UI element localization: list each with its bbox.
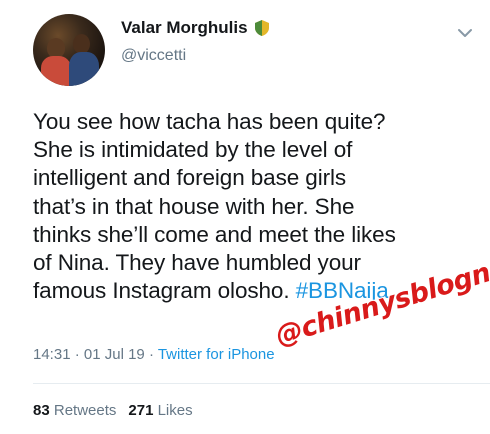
avatar[interactable] bbox=[33, 14, 105, 86]
meta-separator: · bbox=[144, 346, 158, 363]
badge-icon bbox=[254, 20, 269, 36]
retweets-count: 83 bbox=[33, 402, 50, 419]
tweet-meta: 14:31 · 01 Jul 19 · Twitter for iPhone bbox=[33, 346, 275, 363]
tweet-text-line: that’s in that house with her. She bbox=[33, 193, 355, 219]
tweet-text-fragment: famous Instagram olosho. bbox=[33, 278, 296, 304]
tweet-text: You see how tacha has been quite? She is… bbox=[33, 108, 473, 305]
tweet-text-line: intelligent and foreign base girls bbox=[33, 165, 347, 191]
meta-separator: · bbox=[70, 346, 84, 363]
tweet-source-link[interactable]: Twitter for iPhone bbox=[158, 346, 275, 363]
author-handle[interactable]: @viccetti bbox=[121, 47, 186, 65]
chevron-down-icon[interactable] bbox=[456, 26, 474, 40]
tweet-text-line: thinks she’ll come and meet the likes bbox=[33, 221, 396, 247]
author-name-row: Valar Morghulis bbox=[121, 18, 269, 38]
likes-count: 271 bbox=[128, 402, 154, 419]
retweets-stat[interactable]: 83 Retweets bbox=[33, 402, 116, 419]
tweet-time[interactable]: 14:31 bbox=[33, 346, 71, 363]
tweet-text-line: of Nina. They have humbled your bbox=[33, 250, 361, 276]
tweet-text-line: You see how tacha has been quite? bbox=[33, 109, 386, 134]
likes-label: Likes bbox=[157, 402, 193, 419]
tweet-text-line: She is intimidated by the level of bbox=[33, 137, 353, 163]
author-display-name[interactable]: Valar Morghulis bbox=[121, 18, 248, 38]
tweet-date[interactable]: 01 Jul 19 bbox=[84, 346, 145, 363]
retweets-label: Retweets bbox=[53, 402, 117, 419]
engagement-stats: 83 Retweets 271 Likes bbox=[33, 402, 193, 419]
likes-stat[interactable]: 271 Likes bbox=[128, 402, 192, 419]
divider bbox=[33, 383, 490, 384]
tweet-card: Valar Morghulis @viccetti You see how ta… bbox=[0, 0, 490, 434]
